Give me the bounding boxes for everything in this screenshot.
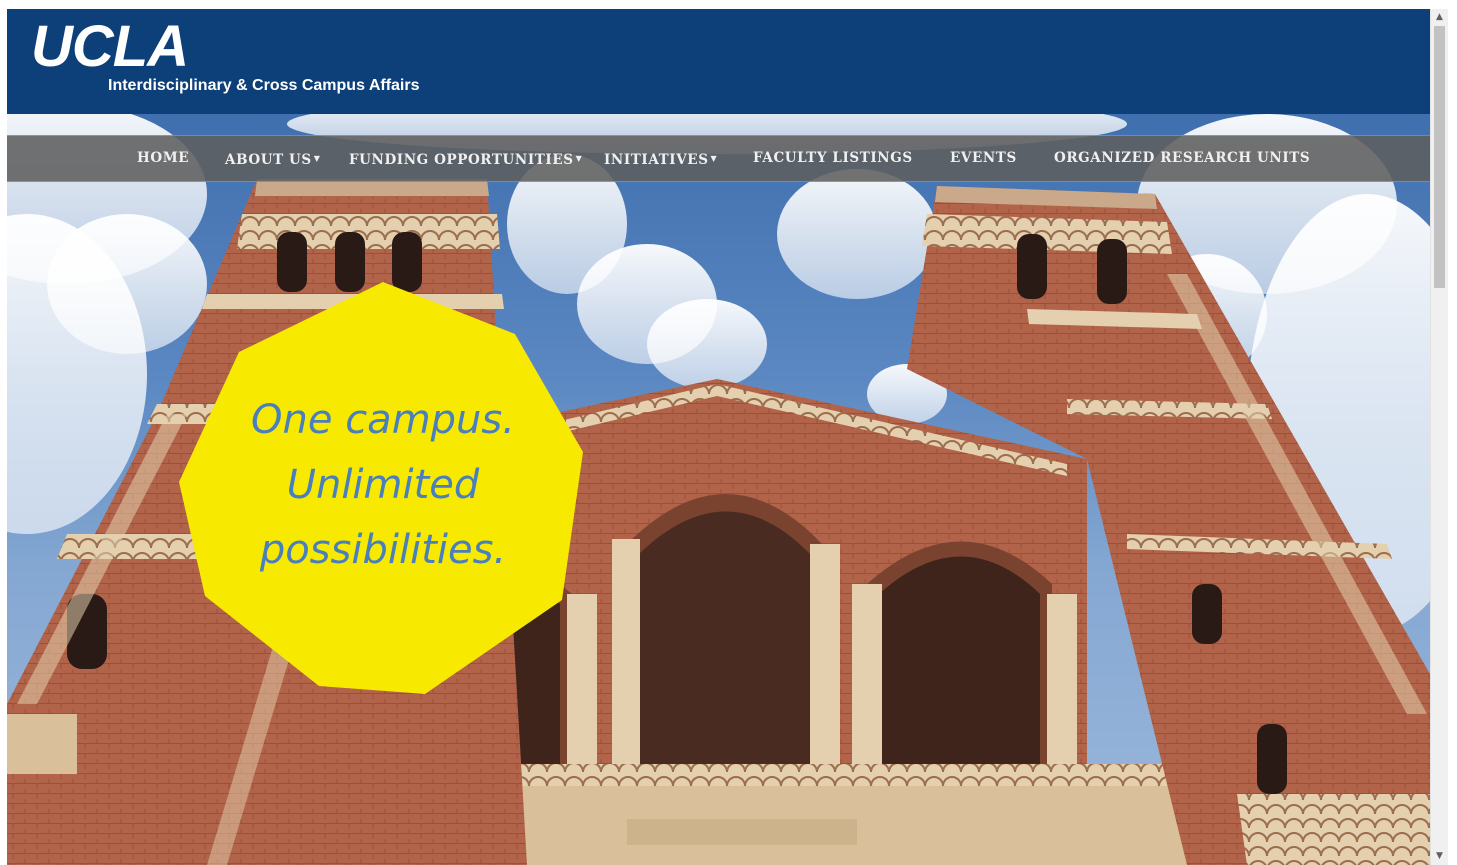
caret-down-icon: ▼ [313,153,321,163]
tagline-line-2: Unlimited [286,462,480,508]
page: UCLA Interdisciplinary & Cross Campus Af… [0,0,1457,865]
nav-organized-research-units-label: ORGANIZED RESEARCH UNITS [1054,150,1311,166]
nav-funding-opportunities[interactable]: FUNDING OPPORTUNITIES ▼ [349,136,582,181]
tagline-text: One campus. Unlimited possibilities. [179,388,587,583]
chevron-up-icon[interactable]: ▲ [1431,9,1448,26]
tagline-line-3: possibilities. [259,527,507,573]
nav-events-label: EVENTS [950,150,1017,166]
nav-events[interactable]: EVENTS [950,136,1017,181]
site-subtitle[interactable]: Interdisciplinary & Cross Campus Affairs [108,76,420,96]
site-header: UCLA Interdisciplinary & Cross Campus Af… [7,9,1430,114]
nav-faculty-listings[interactable]: FACULTY LISTINGS [753,136,913,181]
nav-about-us[interactable]: ABOUT US ▼ [225,136,321,181]
main-nav: HOME ABOUT US ▼ FUNDING OPPORTUNITIES ▼ IN… [7,135,1430,182]
nav-home-label: HOME [137,150,190,166]
chevron-down-icon[interactable]: ▼ [1431,848,1448,865]
nav-faculty-listings-label: FACULTY LISTINGS [753,150,913,166]
tagline-line-1: One campus. [251,397,515,443]
caret-down-icon: ▼ [575,153,583,163]
nav-home[interactable]: HOME [137,136,189,181]
vertical-scrollbar[interactable]: ▲ ▼ [1430,9,1448,865]
nav-initiatives-label: INITIATIVES [604,152,709,168]
nav-organized-research-units[interactable]: ORGANIZED RESEARCH UNITS [1054,136,1310,181]
ucla-logo[interactable]: UCLA [31,17,189,77]
scrollbar-thumb[interactable] [1434,26,1445,288]
nav-initiatives[interactable]: INITIATIVES ▼ [604,136,717,181]
caret-down-icon: ▼ [710,153,718,163]
nav-funding-opportunities-label: FUNDING OPPORTUNITIES [349,152,574,168]
nav-about-us-label: ABOUT US [225,152,312,168]
